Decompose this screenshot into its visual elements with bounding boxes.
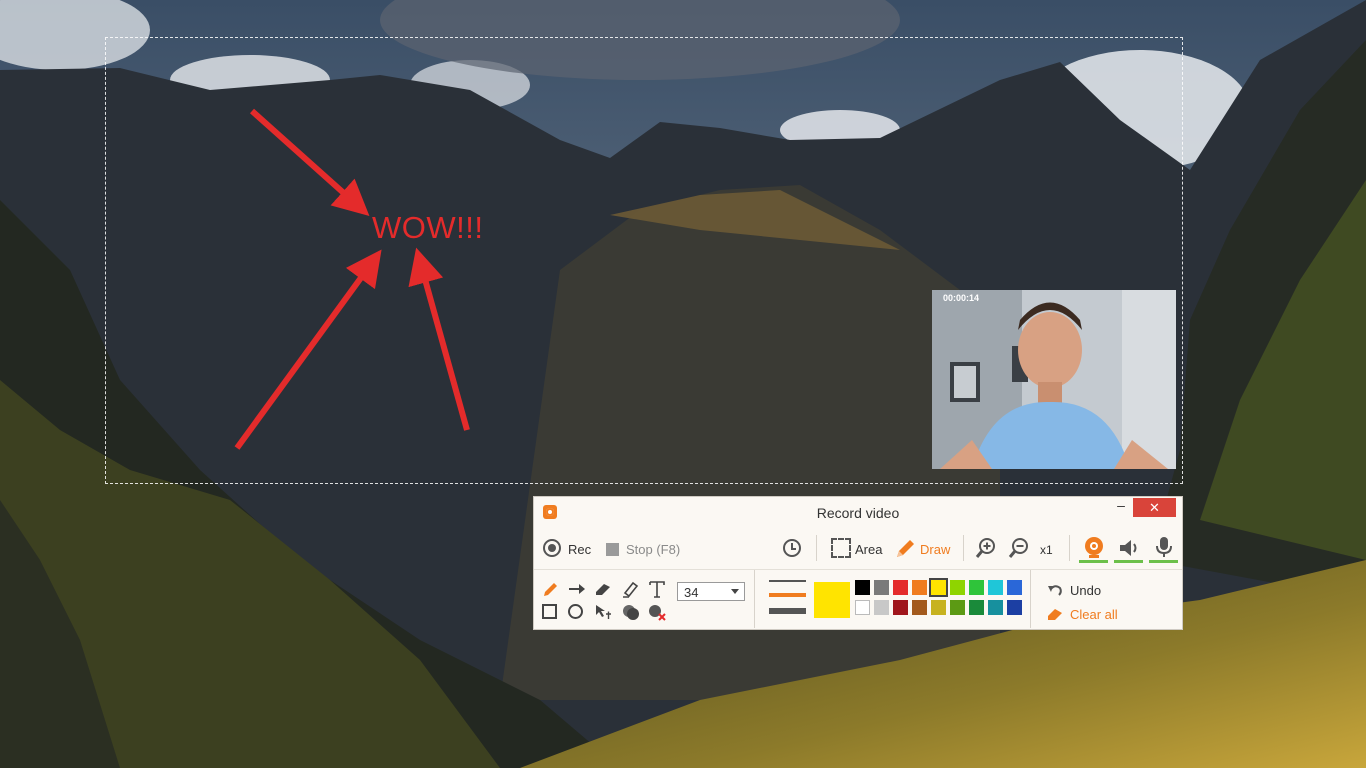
stop-button-label[interactable]: Stop (F8) <box>626 542 680 557</box>
draw-button-label[interactable]: Draw <box>920 542 950 557</box>
pencil-icon[interactable] <box>542 580 560 598</box>
minimize-button[interactable]: – <box>1109 497 1133 517</box>
color-swatch[interactable] <box>855 600 870 615</box>
record-icon[interactable] <box>543 539 561 557</box>
font-size-select[interactable]: 34 <box>677 582 745 601</box>
webcam-enabled-indicator <box>1079 560 1108 563</box>
record-video-panel: Record video – ✕ Rec Stop (F8) Area Draw… <box>533 496 1183 630</box>
rec-button-label[interactable]: Rec <box>568 542 591 557</box>
color-swatch[interactable] <box>893 600 908 615</box>
area-select-icon[interactable] <box>831 538 851 558</box>
ellipse-tool-icon[interactable] <box>568 604 583 619</box>
eraser-clear-icon[interactable] <box>1047 606 1063 622</box>
tools-divider <box>1030 570 1031 628</box>
color-swatch[interactable] <box>893 580 908 595</box>
color-swatch[interactable] <box>1007 580 1022 595</box>
color-swatch[interactable] <box>969 600 984 615</box>
color-swatch[interactable] <box>1007 600 1022 615</box>
color-swatch[interactable] <box>874 580 889 595</box>
color-swatch[interactable] <box>988 580 1003 595</box>
tools-divider <box>754 570 755 628</box>
area-button-label[interactable]: Area <box>855 542 882 557</box>
pencil-draw-icon[interactable] <box>893 537 917 561</box>
color-swatch[interactable] <box>855 580 870 595</box>
color-swatch[interactable] <box>950 580 965 595</box>
toolbar-divider <box>1069 535 1070 561</box>
undo-icon[interactable] <box>1047 582 1063 598</box>
stop-icon[interactable] <box>606 543 619 556</box>
clear-all-button[interactable]: Clear all <box>1070 607 1118 622</box>
webcam-overlay[interactable]: 00:00:14 <box>932 290 1176 469</box>
text-tool-icon[interactable] <box>648 580 666 598</box>
zoom-level: x1 <box>1040 543 1053 557</box>
numbering-tool-icon[interactable] <box>622 603 640 621</box>
color-swatch[interactable] <box>874 600 889 615</box>
color-swatch[interactable] <box>912 600 927 615</box>
toolbar-divider <box>963 535 964 561</box>
move-tool-icon[interactable] <box>594 603 612 621</box>
zoom-in-icon[interactable] <box>974 536 998 560</box>
color-swatch[interactable] <box>929 578 948 597</box>
annotation-text: WOW!!! <box>372 210 484 245</box>
toolbar-divider <box>816 535 817 561</box>
color-swatch[interactable] <box>969 580 984 595</box>
undo-button[interactable]: Undo <box>1070 583 1101 598</box>
rectangle-tool-icon[interactable] <box>542 604 557 619</box>
color-swatch[interactable] <box>931 600 946 615</box>
arrow-tool-icon[interactable] <box>568 580 586 598</box>
font-size-value: 34 <box>684 585 699 600</box>
timer-icon[interactable] <box>783 539 801 557</box>
line-width-thin[interactable] <box>769 580 806 582</box>
color-swatch[interactable] <box>912 580 927 595</box>
webcam-icon[interactable] <box>1082 535 1106 559</box>
color-swatch[interactable] <box>950 600 965 615</box>
speaker-icon[interactable] <box>1117 536 1141 560</box>
speaker-enabled-indicator <box>1114 560 1143 563</box>
eraser-icon[interactable] <box>594 580 612 598</box>
current-color-swatch[interactable] <box>814 582 850 618</box>
title-bar[interactable]: Record video – ✕ <box>534 497 1182 527</box>
zoom-out-icon[interactable] <box>1007 536 1031 560</box>
microphone-enabled-indicator <box>1149 560 1178 563</box>
window-title: Record video <box>816 505 900 521</box>
microphone-icon[interactable] <box>1152 535 1176 559</box>
recording-timestamp: 00:00:14 <box>943 293 980 303</box>
highlighter-icon[interactable] <box>622 580 640 598</box>
color-swatch[interactable] <box>988 600 1003 615</box>
recording-toolbar: Rec Stop (F8) Area Draw x1 <box>534 535 1182 563</box>
chevron-down-icon <box>731 589 739 594</box>
close-button[interactable]: ✕ <box>1133 498 1176 517</box>
drawing-tools-row: 34 Undo Clear all <box>534 569 1182 630</box>
clear-shapes-icon[interactable] <box>648 603 666 621</box>
line-width-thick[interactable] <box>769 608 806 614</box>
line-width-medium[interactable] <box>769 593 806 597</box>
